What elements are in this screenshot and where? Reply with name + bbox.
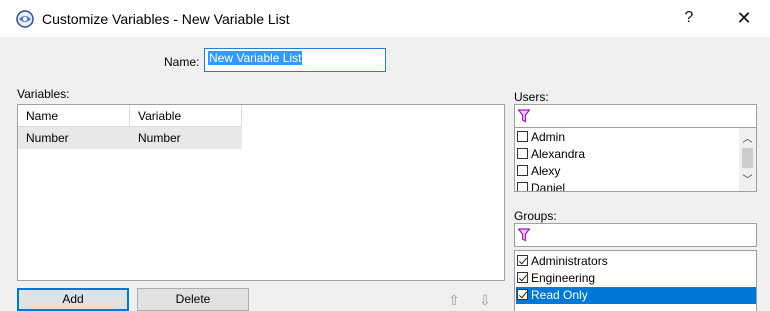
users-scrollbar[interactable]: ︿ ﹀ xyxy=(739,128,756,191)
column-header-name[interactable]: Name xyxy=(18,105,130,127)
checkbox-checked[interactable] xyxy=(517,272,528,283)
list-item-label: Daniel xyxy=(531,181,566,192)
list-item-label: Administrators xyxy=(531,254,608,268)
checkbox-checked[interactable] xyxy=(517,255,528,266)
list-item-alexandra[interactable]: Alexandra xyxy=(516,146,756,163)
list-item-daniel[interactable]: Daniel xyxy=(516,180,756,192)
table-cell-variable[interactable]: Number xyxy=(130,127,242,149)
users-filter-input[interactable] xyxy=(514,104,757,128)
name-label: Name: xyxy=(164,55,200,69)
move-up-button[interactable]: ⇧ xyxy=(444,289,464,311)
checkbox[interactable] xyxy=(517,182,528,191)
name-input[interactable]: New Variable List xyxy=(204,48,386,72)
checkbox[interactable] xyxy=(517,131,528,142)
variables-label: Variables: xyxy=(17,87,70,101)
list-item-label: Alexy xyxy=(531,164,561,178)
checkbox-checked[interactable] xyxy=(517,289,528,300)
delete-button[interactable]: Delete xyxy=(137,288,249,311)
list-item-administrators[interactable]: Administrators xyxy=(516,253,756,270)
checkbox[interactable] xyxy=(517,165,528,176)
groups-list[interactable]: Administrators Engineering Read Only xyxy=(514,250,757,311)
list-item-read-only[interactable]: Read Only xyxy=(516,287,756,304)
close-button[interactable]: ✕ xyxy=(729,4,759,32)
filter-icon xyxy=(518,109,530,123)
list-item-label: Engineering xyxy=(531,271,596,285)
title-bar: Customize Variables - New Variable List … xyxy=(0,0,770,37)
window-title: Customize Variables - New Variable List xyxy=(42,11,290,27)
checkbox[interactable] xyxy=(517,148,528,159)
add-button[interactable]: Add xyxy=(17,288,129,311)
move-down-button[interactable]: ⇩ xyxy=(475,289,495,311)
app-icon xyxy=(16,10,34,28)
table-cell-name[interactable]: Number xyxy=(18,127,130,149)
list-item-label: Admin xyxy=(531,130,566,144)
column-header-variable[interactable]: Variable xyxy=(130,105,242,127)
filter-icon xyxy=(518,228,530,242)
scroll-thumb[interactable] xyxy=(742,148,753,168)
list-item-label: Read Only xyxy=(531,288,588,302)
groups-filter-input[interactable] xyxy=(514,223,757,247)
list-item-alexy[interactable]: Alexy xyxy=(516,163,756,180)
list-item-admin[interactable]: Admin xyxy=(516,129,756,146)
variables-table[interactable]: Name Variable Number Number xyxy=(17,104,505,281)
list-item-label: Alexandra xyxy=(531,147,586,161)
name-input-value: New Variable List xyxy=(208,51,303,65)
scroll-down-icon[interactable]: ﹀ xyxy=(739,172,756,189)
help-button[interactable]: ? xyxy=(674,4,704,32)
list-item-engineering[interactable]: Engineering xyxy=(516,270,756,287)
users-list[interactable]: Admin Alexandra Alexy Daniel ︿ ﹀ xyxy=(514,127,757,192)
scroll-up-icon[interactable]: ︿ xyxy=(739,131,756,148)
groups-label: Groups: xyxy=(514,209,557,223)
users-label: Users: xyxy=(514,90,549,104)
